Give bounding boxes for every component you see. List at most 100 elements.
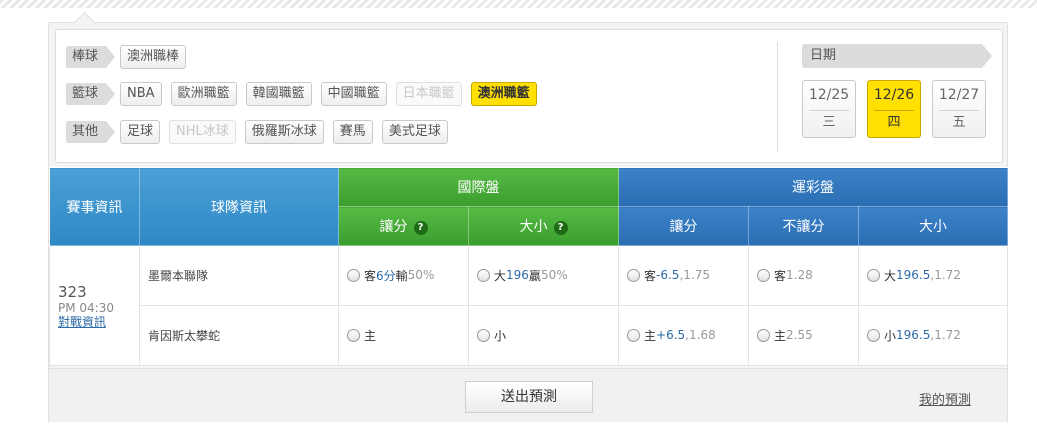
header-international: 國際盤 <box>338 167 619 207</box>
my-predictions-link[interactable]: 我的預測 <box>919 389 971 408</box>
lottery-moneyline-home-option[interactable]: 主 2.55 <box>757 327 813 344</box>
top-decorative-border <box>0 0 1037 8</box>
total-line: 196.5 <box>896 328 931 342</box>
league-tag-euroleague[interactable]: 歐洲職籃 <box>170 82 237 106</box>
odds: 1.75 <box>683 268 710 282</box>
help-icon[interactable]: ? <box>553 221 568 235</box>
odds-table: 賽事資訊 球隊資訊 國際盤 運彩盤 讓分? 大小? 讓分 不讓分 大小 323 … <box>49 167 1009 366</box>
date-label: 日期 <box>802 44 992 68</box>
percentage: 50% <box>540 268 568 282</box>
handicap-line: +6.5 <box>656 328 686 342</box>
filter-row-baseball: 棒球 澳洲職棒 <box>66 45 195 69</box>
sport-filter-panel: 棒球 澳洲職棒 籃球 NBA 歐洲職籃 韓國職籃 中國職籃 日本職籃 澳洲職籃 … <box>55 29 1003 163</box>
intl-handicap-away-cell: 客 6分輸 50% <box>338 245 469 306</box>
radio-button[interactable] <box>627 328 640 342</box>
intl-total-under-option[interactable]: 小 <box>477 327 506 344</box>
league-tag-soccer[interactable]: 足球 <box>120 120 161 144</box>
radio-button[interactable] <box>347 328 360 342</box>
team-name-away[interactable]: 墨爾本聯隊 <box>139 245 339 306</box>
league-tag-nhl: NHL冰球 <box>169 120 236 144</box>
side-label: 小 <box>884 328 897 343</box>
date-weekday: 三 <box>809 110 849 136</box>
lottery-handicap-home-option[interactable]: 主 +6.5, 1.68 <box>627 327 716 344</box>
side-label: 客 <box>774 268 787 283</box>
handicap-line: 6分 <box>376 268 396 283</box>
radio-button[interactable] <box>867 328 880 342</box>
date-button-1227[interactable]: 12/27 五 <box>932 80 986 138</box>
league-tag-nba[interactable]: NBA <box>120 82 162 106</box>
header-lottery: 運彩盤 <box>617 167 1009 207</box>
header-lottery-handicap: 讓分 <box>618 206 749 246</box>
side-label: 客 <box>364 268 377 283</box>
intl-handicap-home-option[interactable]: 主 <box>347 327 376 344</box>
intl-handicap-away-option[interactable]: 客 6分輸 50% <box>347 267 434 284</box>
total-line: 196.5 <box>896 268 931 282</box>
matchup-info-link[interactable]: 對戰資訊 <box>58 315 139 329</box>
game-number: 323 <box>58 282 87 301</box>
result-label: 輸 <box>395 268 408 283</box>
date-weekday: 四 <box>874 110 914 136</box>
radio-button[interactable] <box>477 328 490 342</box>
odds: 1.68 <box>688 328 716 342</box>
header-lottery-total: 大小 <box>857 206 1009 246</box>
date-button-1225[interactable]: 12/25 三 <box>802 80 856 138</box>
league-tag-abl[interactable]: 澳洲職棒 <box>120 45 187 69</box>
team-name-home[interactable]: 肯因斯太攀蛇 <box>139 305 339 366</box>
league-tag-nbl[interactable]: 澳洲職籃 <box>470 82 537 106</box>
league-tag-khl[interactable]: 俄羅斯冰球 <box>244 120 324 144</box>
radio-button[interactable] <box>757 328 770 342</box>
date-weekday: 五 <box>939 110 979 136</box>
game-info-cell: 323 PM 04:30 對戰資訊 <box>49 245 140 366</box>
league-tag-cba[interactable]: 中國職籃 <box>320 82 387 106</box>
header-intl-handicap-label: 讓分 <box>379 219 408 235</box>
lottery-total-away-cell: 大 196.5, 1.72 <box>857 245 1009 306</box>
radio-button[interactable] <box>757 268 770 282</box>
league-tag-kbl[interactable]: 韓國職籃 <box>245 82 312 106</box>
help-icon[interactable]: ? <box>413 221 428 235</box>
table-row-home: 肯因斯太攀蛇 主 小 主 +6.5, 1.68 主 2.55 小 196.5 ,… <box>50 305 1009 366</box>
intl-total-home-cell: 小 <box>468 305 619 366</box>
odds: 2.55 <box>786 328 813 342</box>
date-button-1226[interactable]: 12/26 四 <box>867 80 921 138</box>
date-value: 12/25 <box>808 87 850 103</box>
filter-row-basketball: 籃球 NBA 歐洲職籃 韓國職籃 中國職籃 日本職籃 澳洲職籃 <box>66 82 546 106</box>
filter-divider <box>777 42 778 152</box>
lottery-total-over-option[interactable]: 大 196.5, 1.72 <box>867 267 961 284</box>
header-game-info: 賽事資訊 <box>49 167 140 246</box>
lottery-total-under-option[interactable]: 小 196.5, 1.72 <box>867 327 961 344</box>
intl-handicap-home-cell: 主 <box>338 305 469 366</box>
lottery-handicap-home-cell: 主 +6.5, 1.68 <box>618 305 749 366</box>
radio-button[interactable] <box>867 268 880 282</box>
odds: 1.28 <box>786 268 813 282</box>
side-label: 大 <box>884 268 897 283</box>
total-line: 196 <box>506 268 529 282</box>
intl-total-over-option[interactable]: 大 196 贏 50% <box>477 267 568 284</box>
submit-prediction-button[interactable]: 送出預測 <box>465 381 593 413</box>
prediction-panel: 棒球 澳洲職棒 籃球 NBA 歐洲職籃 韓國職籃 中國職籃 日本職籃 澳洲職籃 … <box>48 22 1009 422</box>
filter-row-other: 其他 足球 NHL冰球 俄羅斯冰球 賽馬 美式足球 <box>66 120 457 144</box>
result-label: 贏 <box>528 268 541 283</box>
header-intl-handicap: 讓分? <box>338 206 469 246</box>
date-value: 12/26 <box>873 87 915 103</box>
side-label: 小 <box>494 328 507 343</box>
lottery-moneyline-away-option[interactable]: 客 1.28 <box>757 267 813 284</box>
radio-button[interactable] <box>477 268 490 282</box>
league-tag-horse-racing[interactable]: 賽馬 <box>332 120 373 144</box>
table-row-away: 323 PM 04:30 對戰資訊 墨爾本聯隊 客 6分輸 50% 大 196 贏 50% <box>49 245 1009 366</box>
footer-bar: 送出預測 我的預測 <box>49 368 1007 422</box>
side-label: 主 <box>774 328 787 343</box>
lottery-moneyline-home-cell: 主 2.55 <box>748 305 859 366</box>
lottery-handicap-away-option[interactable]: 客 -6.5, 1.75 <box>627 267 710 284</box>
radio-button[interactable] <box>627 268 640 282</box>
radio-button[interactable] <box>347 268 360 282</box>
lottery-total-home-cell: 小 196.5, 1.72 <box>857 305 1009 366</box>
percentage: 50% <box>407 268 435 282</box>
header-lottery-moneyline: 不讓分 <box>748 206 859 246</box>
header-intl-total-label: 大小 <box>519 219 548 235</box>
side-label: 主 <box>364 328 377 343</box>
category-label-other: 其他 <box>66 121 116 143</box>
date-value: 12/27 <box>938 87 980 103</box>
category-label-basketball: 籃球 <box>66 83 116 105</box>
league-tag-american-football[interactable]: 美式足球 <box>381 120 448 144</box>
header-intl-total: 大小? <box>468 206 619 246</box>
